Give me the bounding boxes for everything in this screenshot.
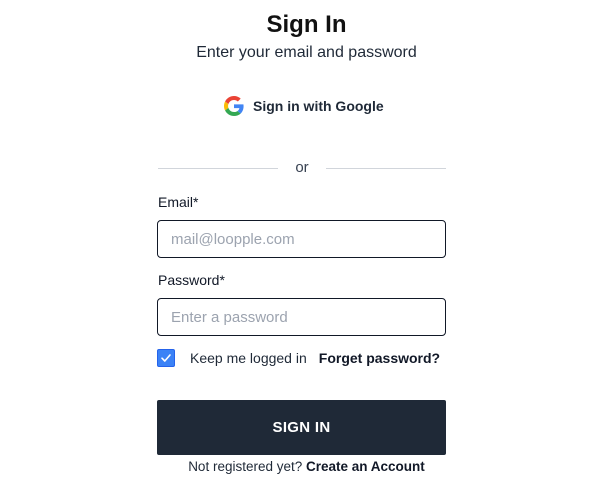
password-field[interactable] [157, 298, 446, 336]
sign-in-button[interactable]: SIGN IN [157, 400, 446, 455]
remember-row: Keep me logged in Forget password? [157, 348, 440, 368]
password-label: Password* [158, 272, 225, 288]
email-field[interactable] [157, 220, 446, 258]
forgot-password-link[interactable]: Forget password? [319, 350, 440, 366]
checkmark-icon [161, 354, 171, 362]
create-account-link[interactable]: Create an Account [306, 459, 425, 474]
google-sign-in-button[interactable]: Sign in with Google [218, 90, 388, 122]
page-subtitle: Enter your email and password [196, 44, 417, 61]
remember-checkbox[interactable] [157, 349, 175, 367]
google-g-icon [224, 96, 244, 116]
divider-line-right [326, 168, 446, 169]
remember-label: Keep me logged in [190, 350, 307, 366]
or-divider: or [158, 158, 446, 178]
email-label: Email* [158, 194, 199, 210]
sign-in-page: Sign In Enter your email and password Si… [0, 0, 613, 490]
register-row: Not registered yet? Create an Account [0, 459, 613, 474]
page-title: Sign In [266, 11, 347, 38]
register-prompt: Not registered yet? [188, 459, 303, 474]
google-sign-in-label: Sign in with Google [253, 98, 384, 114]
